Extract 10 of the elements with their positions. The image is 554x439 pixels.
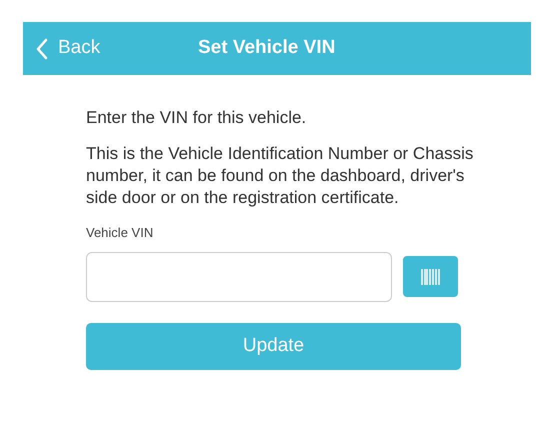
back-chevron-icon [35,38,48,60]
barcode-scan-button[interactable] [403,256,458,297]
update-button[interactable]: Update [86,322,461,370]
back-button[interactable]: Back [23,34,100,63]
barcode-icon [420,268,440,284]
vin-input-field[interactable] [86,252,392,302]
page-title: Set Vehicle VIN [198,36,336,60]
description-text: This is the Vehicle Identification Number or Chassis number, it can be found on the dashboard, driver's side door or on the registration certificate. [86,143,474,209]
intro-text: Enter the VIN for this vehicle. [86,107,308,129]
field-label: Vehicle VIN [86,224,154,242]
